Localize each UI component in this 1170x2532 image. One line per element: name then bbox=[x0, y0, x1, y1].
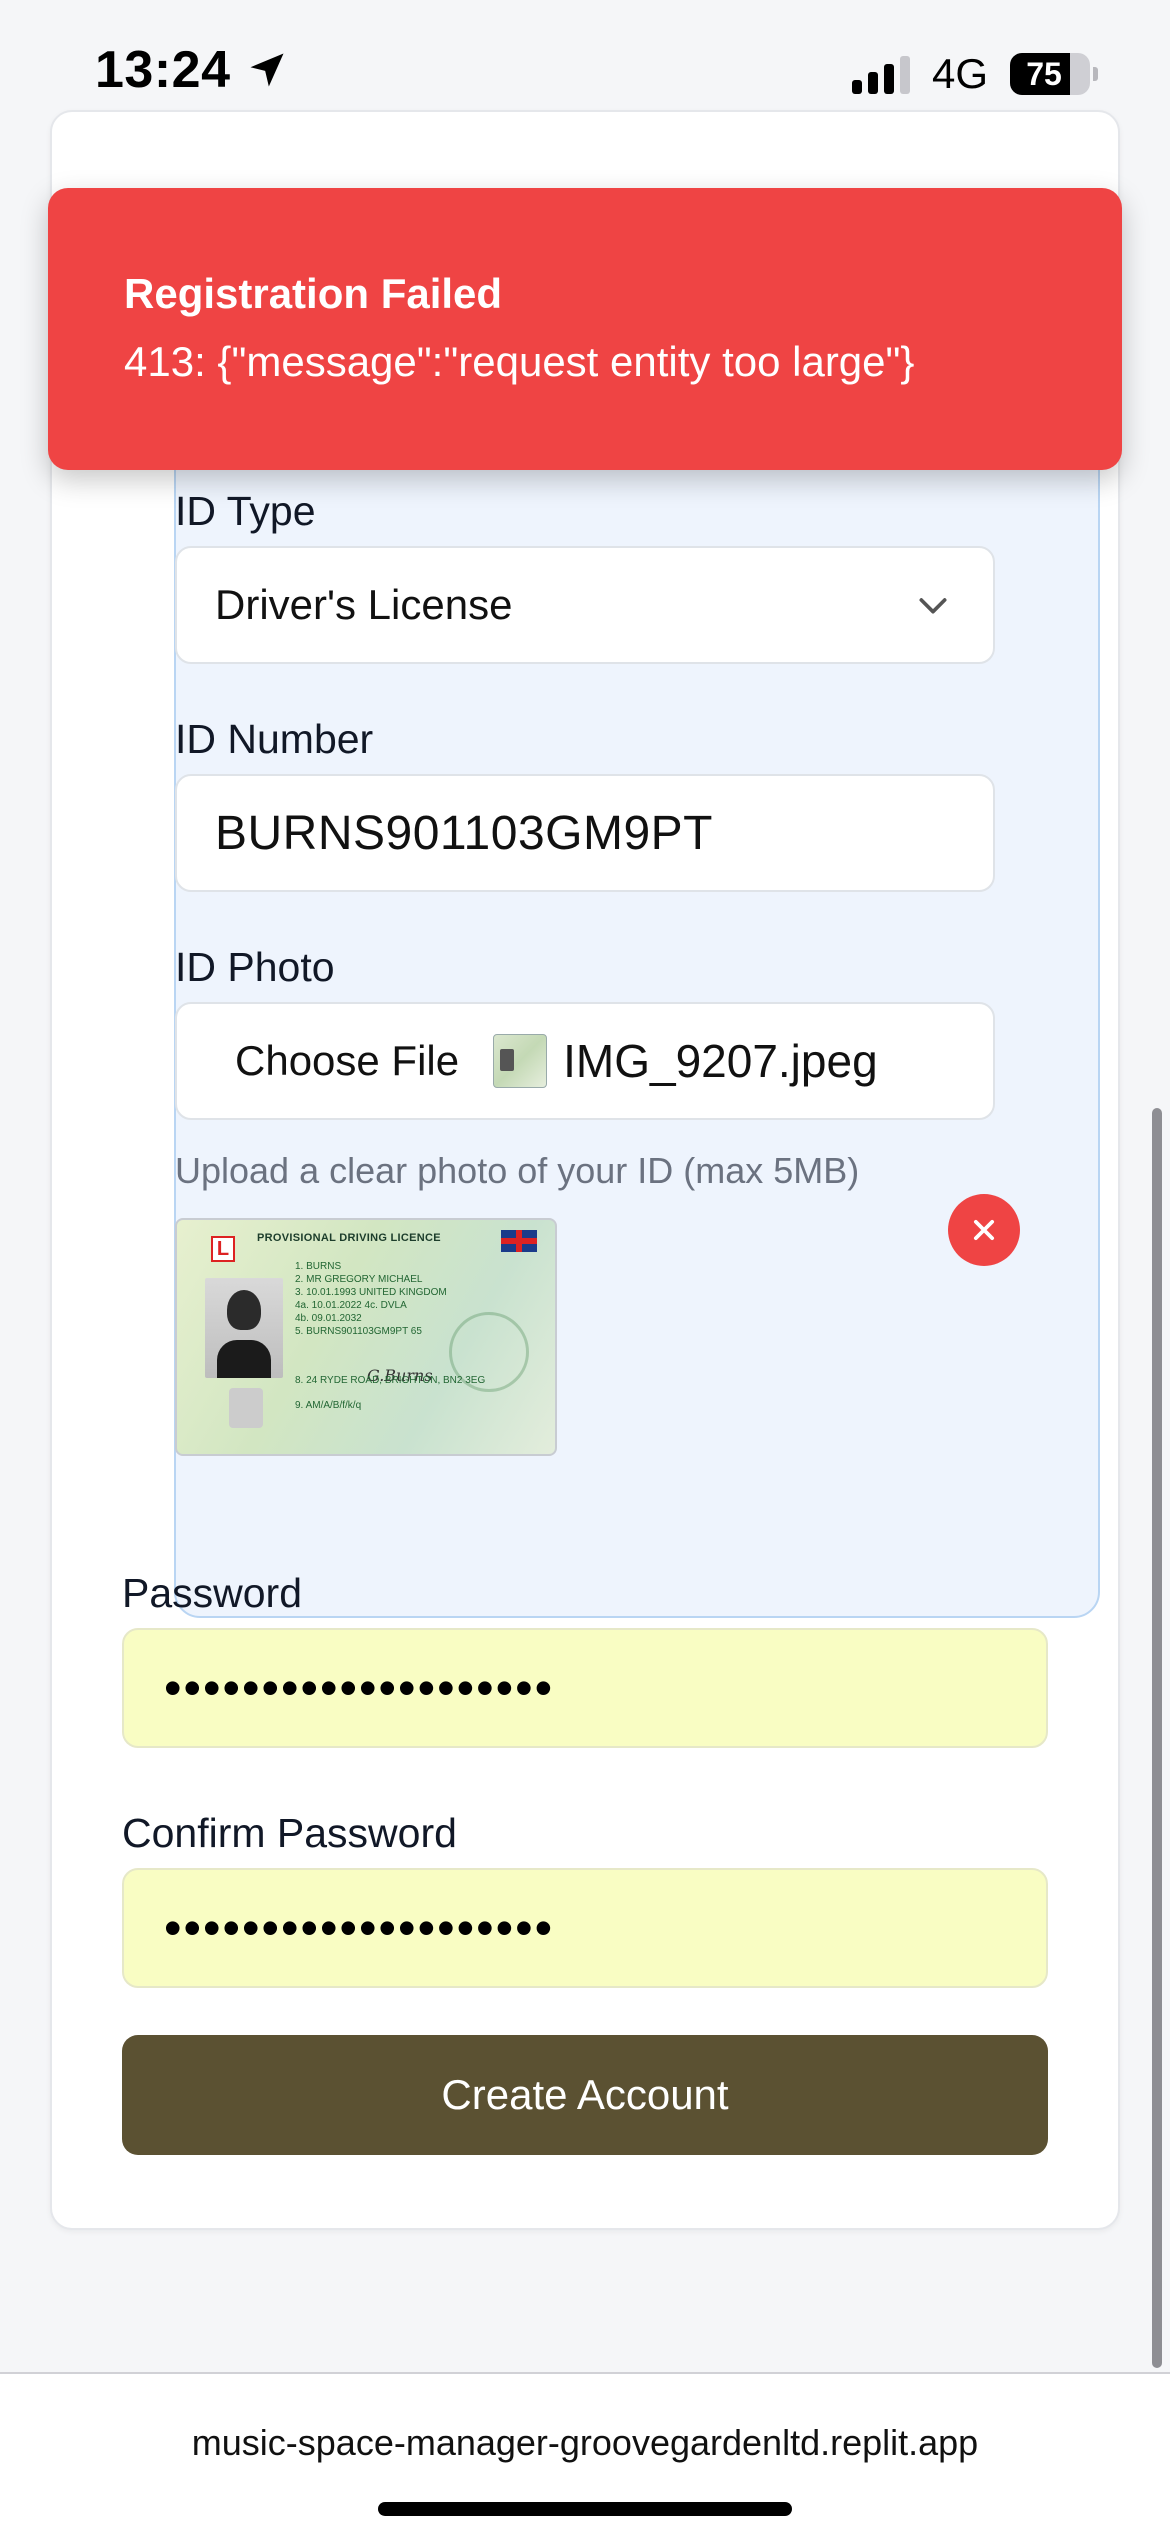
id-number-label: ID Number bbox=[175, 716, 374, 762]
licence-line: 4b. 09.01.2032 bbox=[295, 1313, 362, 1324]
licence-line: 4a. 10.01.2022 4c. DVLA bbox=[295, 1300, 407, 1311]
location-arrow-icon bbox=[245, 48, 289, 92]
error-toast[interactable]: Registration Failed 413: {"message":"req… bbox=[48, 188, 1122, 470]
licence-title: PROVISIONAL DRIVING LICENCE bbox=[257, 1232, 441, 1244]
id-type-select[interactable]: Driver's License bbox=[175, 546, 995, 664]
licence-line: 2. MR GREGORY MICHAEL bbox=[295, 1274, 423, 1285]
file-thumbnail-icon bbox=[493, 1034, 548, 1088]
confirm-password-value: •••••••••••••••••••• bbox=[164, 1900, 555, 1956]
id-number-input[interactable]: BURNS901103GM9PT bbox=[175, 774, 995, 892]
selected-file-name: IMG_9207.jpeg bbox=[563, 1035, 878, 1087]
licence-line: 5. BURNS901103GM9PT 65 bbox=[295, 1326, 422, 1337]
id-photo-file-input[interactable]: Choose File IMG_9207.jpeg bbox=[175, 1002, 995, 1120]
cellular-signal-icon bbox=[851, 54, 910, 94]
confirm-password-input[interactable]: •••••••••••••••••••• bbox=[122, 1868, 1048, 1988]
licence-portrait bbox=[205, 1278, 283, 1378]
learner-badge: L bbox=[211, 1236, 235, 1262]
battery-level: 75 bbox=[1026, 56, 1062, 92]
licence-details: 1. BURNS 2. MR GREGORY MICHAEL 3. 10.01.… bbox=[295, 1260, 495, 1412]
toast-message: 413: {"message":"request entity too larg… bbox=[124, 338, 915, 385]
licence-line: 9. AM/A/B/f/k/q bbox=[295, 1400, 362, 1411]
network-type: 4G bbox=[931, 50, 988, 97]
uk-flag-icon bbox=[501, 1230, 537, 1252]
chevron-down-icon bbox=[913, 585, 993, 625]
id-photo-preview: L PROVISIONAL DRIVING LICENCE G.Burns 1.… bbox=[175, 1218, 557, 1456]
page-url[interactable]: music-space-manager-groovegardenltd.repl… bbox=[0, 2422, 1170, 2464]
password-input[interactable]: •••••••••••••••••••• bbox=[122, 1628, 1048, 1748]
time-group: 13:24 bbox=[95, 40, 289, 100]
password-label: Password bbox=[122, 1570, 303, 1616]
page-scrollbar[interactable] bbox=[1152, 1108, 1162, 2368]
id-photo-label: ID Photo bbox=[175, 944, 335, 990]
status-indicators: 4G 75 bbox=[851, 50, 1098, 98]
home-indicator[interactable] bbox=[378, 2502, 792, 2516]
battery-icon: 75 bbox=[1010, 53, 1098, 95]
close-icon bbox=[973, 1219, 995, 1241]
confirm-password-label: Confirm Password bbox=[122, 1810, 457, 1856]
id-number-value: BURNS901103GM9PT bbox=[215, 806, 713, 860]
licence-mini-portrait bbox=[229, 1388, 263, 1428]
toast-title: Registration Failed bbox=[124, 270, 503, 317]
upload-hint: Upload a clear photo of your ID (max 5MB… bbox=[175, 1150, 860, 1191]
clock: 13:24 bbox=[95, 41, 231, 99]
licence-line: 3. 10.01.1993 UNITED KINGDOM bbox=[295, 1287, 447, 1298]
choose-file-button[interactable]: Choose File bbox=[235, 1037, 459, 1085]
create-account-button[interactable]: Create Account bbox=[122, 2035, 1048, 2155]
id-type-label: ID Type bbox=[175, 488, 316, 534]
password-value: •••••••••••••••••••• bbox=[164, 1660, 555, 1716]
licence-line: 8. 24 RYDE ROAD, BRIGHTON, BN2 3EG bbox=[295, 1375, 486, 1386]
browser-address-bar[interactable]: music-space-manager-groovegardenltd.repl… bbox=[0, 2372, 1170, 2532]
id-type-value: Driver's License bbox=[215, 581, 513, 628]
licence-line: 1. BURNS bbox=[295, 1261, 342, 1272]
remove-photo-button[interactable] bbox=[948, 1194, 1020, 1266]
